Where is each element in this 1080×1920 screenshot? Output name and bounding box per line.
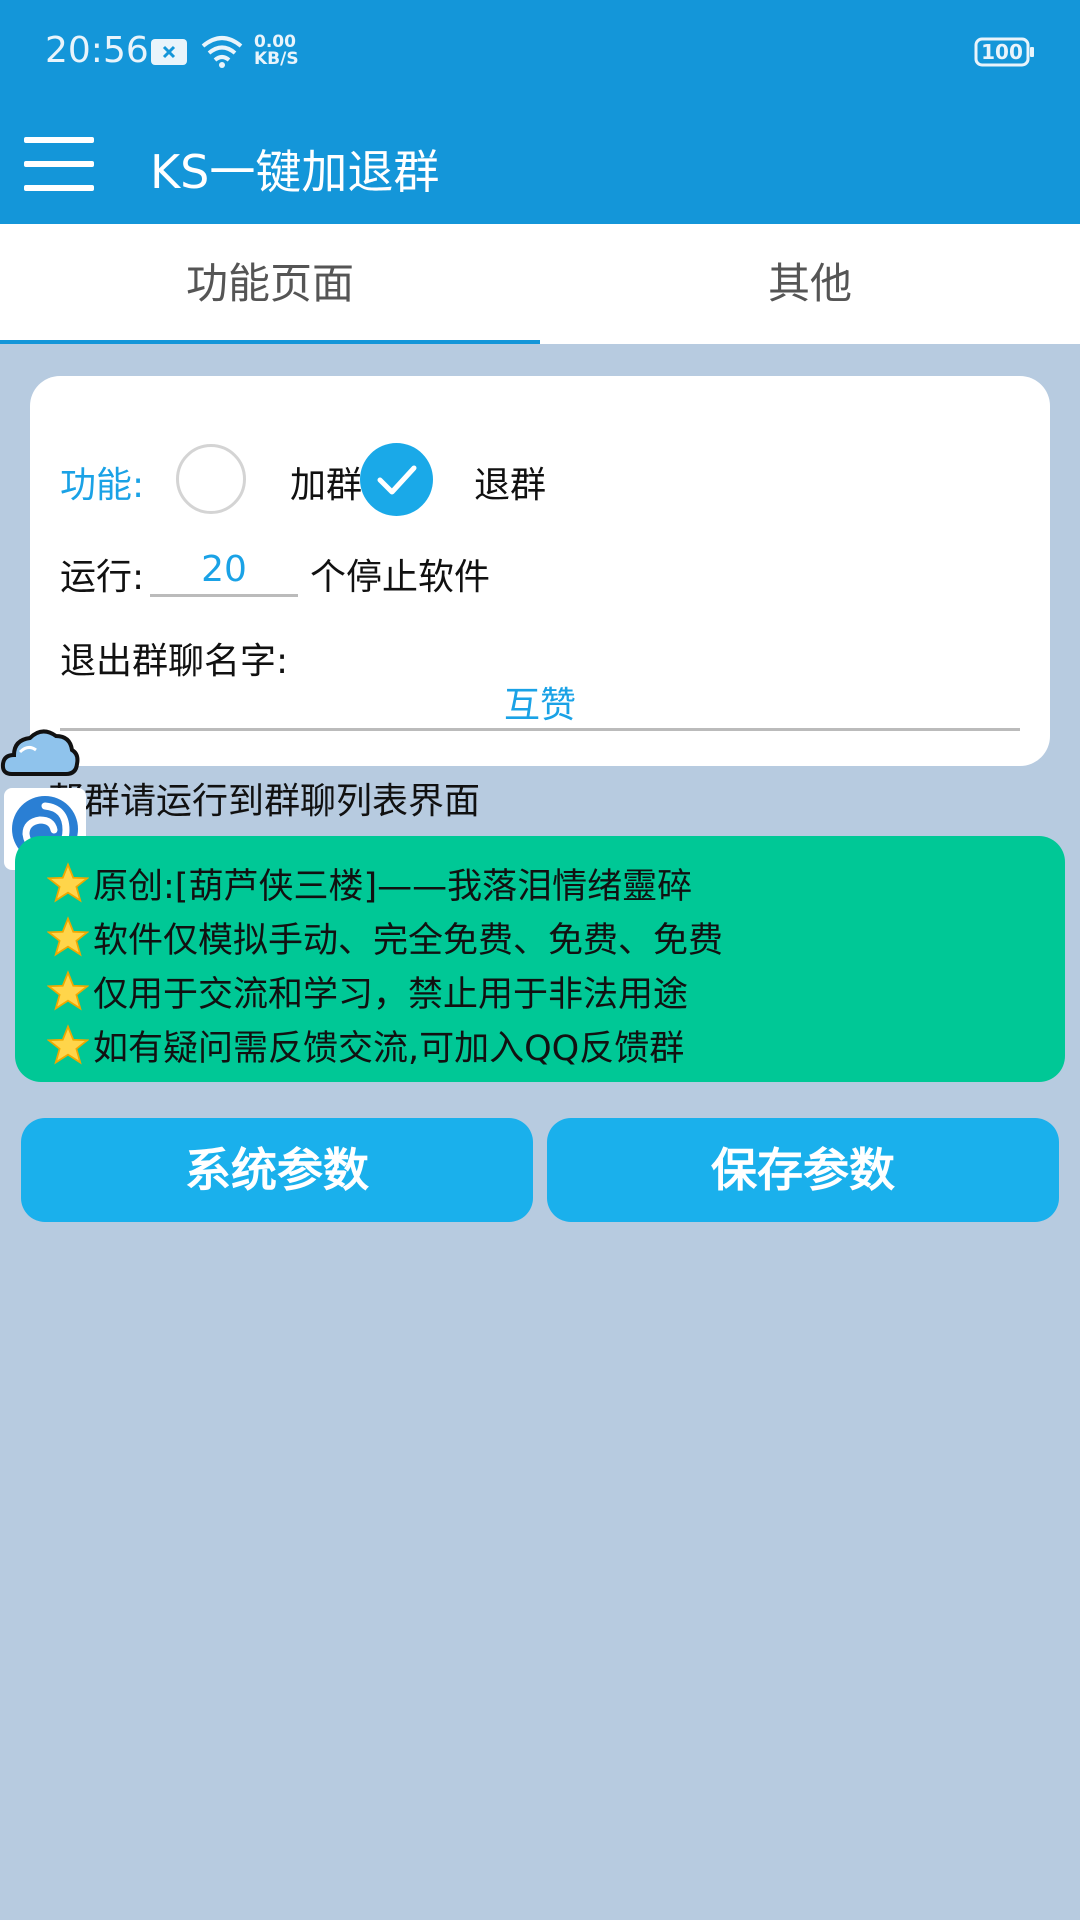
tab-function-page[interactable]: 功能页面 — [0, 224, 540, 344]
network-speed: 0.00 KB/S — [254, 34, 299, 68]
function-label: 功能: — [60, 465, 145, 506]
quit-group-label[interactable]: 退群 — [474, 456, 546, 508]
battery-icon: 100 — [974, 36, 1036, 68]
cloud-icon[interactable] — [0, 722, 80, 782]
star-icon — [47, 916, 89, 957]
info-text: 仅用于交流和学习，禁止用于非法用途 — [93, 974, 689, 1015]
tab-other[interactable]: 其他 — [540, 224, 1080, 344]
info-line: 软件仅模拟手动、完全免费、免费、免费 — [47, 910, 723, 964]
sim-card-icon — [151, 39, 187, 65]
run-count-input[interactable]: 20 — [150, 546, 298, 597]
quit-group-name-input[interactable]: 互赞 — [60, 684, 1020, 731]
info-text: 软件仅模拟手动、完全免费、免费、免费 — [93, 920, 724, 961]
info-line: 如有疑问需反馈交流,可加入QQ反馈群 — [47, 1018, 684, 1072]
star-icon — [47, 970, 89, 1011]
tab-bar: 功能页面 其他 — [0, 224, 1080, 344]
run-label: 运行: — [60, 557, 145, 598]
star-icon — [47, 862, 89, 903]
quit-group-radio[interactable] — [360, 443, 433, 516]
info-line: 原创:[葫芦侠三楼]——我落泪情绪靈碎 — [47, 856, 692, 910]
run-suffix-label: 个停止软件 — [310, 557, 491, 598]
active-tab-indicator — [0, 340, 540, 344]
system-params-button[interactable]: 系统参数 — [21, 1118, 533, 1222]
join-group-radio[interactable] — [176, 444, 246, 514]
quit-group-name-label: 退出群聊名字: — [60, 641, 289, 682]
info-panel: 原创:[葫芦侠三楼]——我落泪情绪靈碎 软件仅模拟手动、完全免费、免费、免费 仅… — [15, 836, 1065, 1082]
hint-text: 帮群请运行到群聊列表界面 — [48, 781, 481, 822]
app-bar: 20:56 0.00 KB/S 100 KS一键加退群 — [0, 0, 1080, 224]
status-time: 20:56 — [45, 30, 149, 71]
net-speed-unit: KB/S — [254, 49, 299, 69]
info-line: 仅用于交流和学习，禁止用于非法用途 — [47, 964, 688, 1018]
menu-icon[interactable] — [24, 134, 96, 194]
info-text: 原创:[葫芦侠三楼]——我落泪情绪靈碎 — [93, 866, 693, 907]
save-params-button[interactable]: 保存参数 — [547, 1118, 1059, 1222]
info-text: 如有疑问需反馈交流,可加入QQ反馈群 — [93, 1028, 685, 1069]
app-title: KS一键加退群 — [150, 145, 440, 199]
check-icon — [377, 465, 417, 495]
wifi-icon — [201, 36, 243, 68]
join-group-label[interactable]: 加群 — [290, 456, 362, 508]
star-icon — [47, 1024, 89, 1065]
battery-level: 100 — [981, 40, 1023, 64]
